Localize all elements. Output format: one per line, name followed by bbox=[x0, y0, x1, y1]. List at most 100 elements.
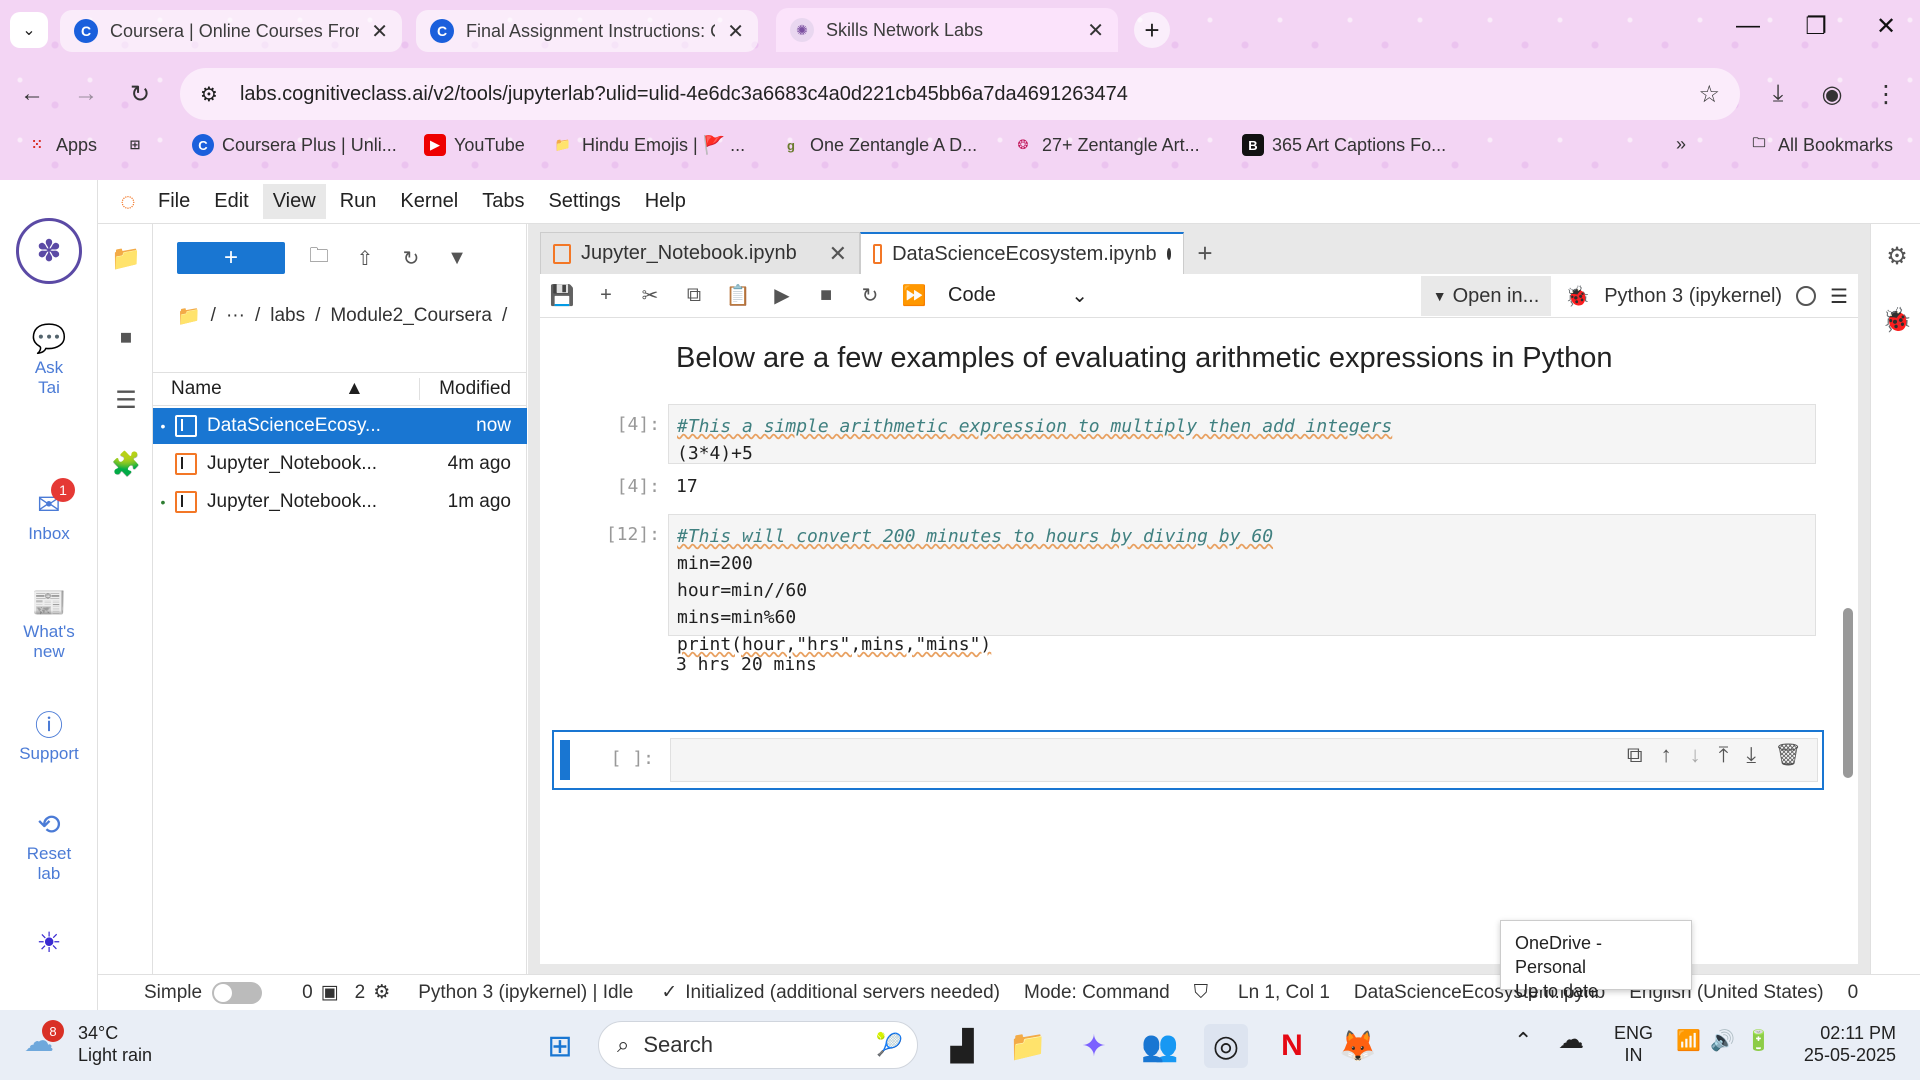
input-language[interactable]: ENG IN bbox=[1614, 1022, 1653, 1066]
code-cell-input[interactable]: #This will convert 200 minutes to hours … bbox=[668, 514, 1816, 655]
close-icon[interactable]: ✕ bbox=[829, 241, 847, 267]
bookmark-art-captions[interactable]: B 365 Art Captions Fo... bbox=[1242, 134, 1446, 156]
teams-icon[interactable]: 👥 bbox=[1138, 1024, 1182, 1068]
task-view-icon[interactable]: ▟ bbox=[940, 1024, 984, 1068]
downloads-button[interactable]: ⤓ bbox=[1760, 76, 1796, 112]
breadcrumb-root[interactable]: / bbox=[211, 305, 216, 327]
cell-type-select[interactable]: Code ⌄ bbox=[948, 283, 1088, 308]
netflix-icon[interactable]: N bbox=[1270, 1024, 1314, 1068]
column-modified[interactable]: Modified bbox=[419, 378, 527, 400]
new-folder-icon[interactable]: 🗀 bbox=[303, 242, 335, 274]
forward-button[interactable]: → bbox=[68, 76, 104, 112]
new-tab-button[interactable]: + bbox=[1134, 12, 1170, 48]
debugger-icon[interactable]: 🐞 bbox=[1565, 284, 1590, 309]
terminal-icon[interactable]: ▣ bbox=[321, 981, 339, 1004]
ask-tai-button[interactable]: 💬 Ask Tai bbox=[0, 318, 98, 398]
browser-tab-skills-network[interactable]: ✺ Skills Network Labs ✕ bbox=[776, 8, 1118, 52]
tab-jupyter-notebook[interactable]: Jupyter_Notebook.ipynb ✕ bbox=[540, 232, 860, 274]
more-bookmarks-button[interactable]: » bbox=[1676, 134, 1686, 155]
scrollbar-thumb[interactable] bbox=[1843, 608, 1853, 778]
simple-mode-toggle[interactable] bbox=[212, 981, 263, 1004]
tab-datascience-ecosystem[interactable]: DataScienceEcosystem.ipynb bbox=[860, 232, 1184, 274]
menu-tabs[interactable]: Tabs bbox=[472, 184, 534, 219]
menu-file[interactable]: File bbox=[148, 184, 200, 219]
bookmark-star-icon[interactable]: ☆ bbox=[1698, 80, 1720, 109]
chrome-icon[interactable]: ◎ bbox=[1204, 1024, 1248, 1068]
file-explorer-icon[interactable]: 📁 bbox=[1006, 1024, 1050, 1068]
browser-menu-button[interactable]: ⋮ bbox=[1868, 76, 1904, 112]
menu-kernel[interactable]: Kernel bbox=[390, 184, 468, 219]
table-of-contents-tab-icon[interactable]: ☰ bbox=[110, 384, 142, 416]
menu-edit[interactable]: Edit bbox=[204, 184, 258, 219]
bookmark-youtube[interactable]: ▶ YouTube bbox=[424, 134, 525, 156]
clock[interactable]: 02:11 PM 25-05-2025 bbox=[1796, 1022, 1896, 1066]
theme-toggle-button[interactable]: ☀ bbox=[0, 922, 98, 962]
inbox-button[interactable]: ✉ 1 Inbox bbox=[0, 478, 98, 544]
open-in-button[interactable]: ▼ Open in... bbox=[1420, 276, 1552, 316]
breadcrumb-module2[interactable]: Module2_Coursera bbox=[330, 305, 492, 327]
close-tab-icon[interactable]: ✕ bbox=[371, 19, 388, 44]
insert-above-icon[interactable]: ⤒ bbox=[1719, 742, 1729, 768]
reload-button[interactable]: ↻ bbox=[122, 76, 158, 112]
menu-run[interactable]: Run bbox=[330, 184, 387, 219]
battery-icon[interactable]: 🔋 bbox=[1746, 1030, 1771, 1052]
run-icon[interactable]: ▶ bbox=[760, 274, 804, 318]
stop-icon[interactable]: ■ bbox=[804, 274, 848, 318]
kernel-status[interactable]: Python 3 (ipykernel) | Idle bbox=[418, 982, 633, 1004]
file-row[interactable]: • DataScienceEcosy... now bbox=[153, 408, 527, 444]
firefox-icon[interactable]: 🦊 bbox=[1336, 1024, 1380, 1068]
delete-cell-icon[interactable]: 🗑 bbox=[1774, 742, 1802, 768]
bookmark-apps[interactable]: ⁙ Apps bbox=[26, 134, 97, 156]
kernel-chip-icon[interactable]: ⚙ bbox=[373, 981, 390, 1004]
weather-widget[interactable]: ☁ 8 34°C Light rain bbox=[24, 1020, 152, 1066]
notification-count[interactable]: 0 bbox=[1848, 982, 1859, 1004]
refresh-icon[interactable]: ↻ bbox=[395, 242, 427, 274]
paste-icon[interactable]: 📋 bbox=[716, 274, 760, 318]
insert-cell-icon[interactable]: + bbox=[584, 274, 628, 318]
taskbar-search[interactable]: ⌕ Search 🎾 bbox=[598, 1021, 918, 1069]
all-bookmarks[interactable]: 🗀 All Bookmarks bbox=[1748, 134, 1893, 156]
tab-search-button[interactable]: ⌄ bbox=[10, 12, 48, 48]
file-browser-tab-icon[interactable]: 📁 bbox=[110, 242, 142, 274]
extensions-tab-icon[interactable]: 🧩 bbox=[110, 448, 142, 480]
unsaved-dot-icon[interactable] bbox=[1166, 248, 1171, 260]
bookmark-coursera-plus[interactable]: C Coursera Plus | Unli... bbox=[192, 134, 397, 156]
bookmark-tab-groups[interactable]: ⊞ bbox=[124, 134, 146, 156]
copy-icon[interactable]: ⧉ bbox=[672, 274, 716, 318]
browser-tab-final-assignment[interactable]: C Final Assignment Instructions: C ✕ bbox=[416, 10, 758, 52]
menu-view[interactable]: View bbox=[262, 184, 326, 219]
file-row[interactable]: Jupyter_Notebook... 4m ago bbox=[153, 446, 527, 482]
move-up-icon[interactable]: ↑ bbox=[1661, 742, 1672, 768]
duplicate-cell-icon[interactable]: ⧉ bbox=[1627, 742, 1643, 768]
breadcrumb-labs[interactable]: labs bbox=[270, 305, 305, 327]
run-all-icon[interactable]: ⏩ bbox=[892, 274, 936, 318]
kernel-name[interactable]: Python 3 (ipykernel) bbox=[1604, 285, 1782, 308]
file-row[interactable]: • Jupyter_Notebook... 1m ago bbox=[153, 484, 527, 520]
cut-icon[interactable]: ✂ bbox=[628, 274, 672, 318]
move-down-icon[interactable]: ↓ bbox=[1690, 742, 1701, 768]
wifi-icon[interactable]: 📶 bbox=[1676, 1030, 1701, 1052]
sn-logo[interactable]: ✽ bbox=[0, 218, 98, 284]
breadcrumb-ellipsis[interactable]: ··· bbox=[226, 305, 245, 327]
restore-button[interactable]: ❐ bbox=[1796, 12, 1836, 41]
notebook-scrollbar[interactable] bbox=[1842, 318, 1854, 964]
profile-button[interactable]: ◉ bbox=[1814, 76, 1850, 112]
running-kernels-tab-icon[interactable]: ⏹ bbox=[110, 322, 142, 354]
restart-icon[interactable]: ↻ bbox=[848, 274, 892, 318]
upload-icon[interactable]: ⇧ bbox=[349, 242, 381, 274]
property-inspector-icon[interactable]: ⚙ bbox=[1883, 242, 1911, 270]
insert-below-icon[interactable]: ⤓ bbox=[1746, 742, 1756, 768]
site-info-icon[interactable]: ⚙ bbox=[200, 82, 218, 107]
menu-help[interactable]: Help bbox=[635, 184, 696, 219]
debugger-icon[interactable]: 🐞 bbox=[1882, 306, 1912, 334]
active-code-cell[interactable]: [ ]: ⧉ ↑ ↓ ⤒ ⤓ 🗑 bbox=[552, 730, 1824, 790]
whats-new-button[interactable]: 📰 What's new bbox=[0, 582, 98, 662]
browser-tab-coursera[interactable]: C Coursera | Online Courses From ✕ bbox=[60, 10, 402, 52]
menu-settings[interactable]: Settings bbox=[538, 184, 630, 219]
save-icon[interactable]: 💾 bbox=[540, 274, 584, 318]
volume-icon[interactable]: 🔊 bbox=[1710, 1030, 1735, 1052]
onedrive-icon[interactable]: ☁ bbox=[1558, 1026, 1584, 1052]
shield-icon[interactable]: ⛉ bbox=[1194, 982, 1208, 1004]
code-cell-input[interactable]: #This a simple arithmetic expression to … bbox=[668, 404, 1816, 464]
support-button[interactable]: ⓘ Support bbox=[0, 704, 98, 764]
